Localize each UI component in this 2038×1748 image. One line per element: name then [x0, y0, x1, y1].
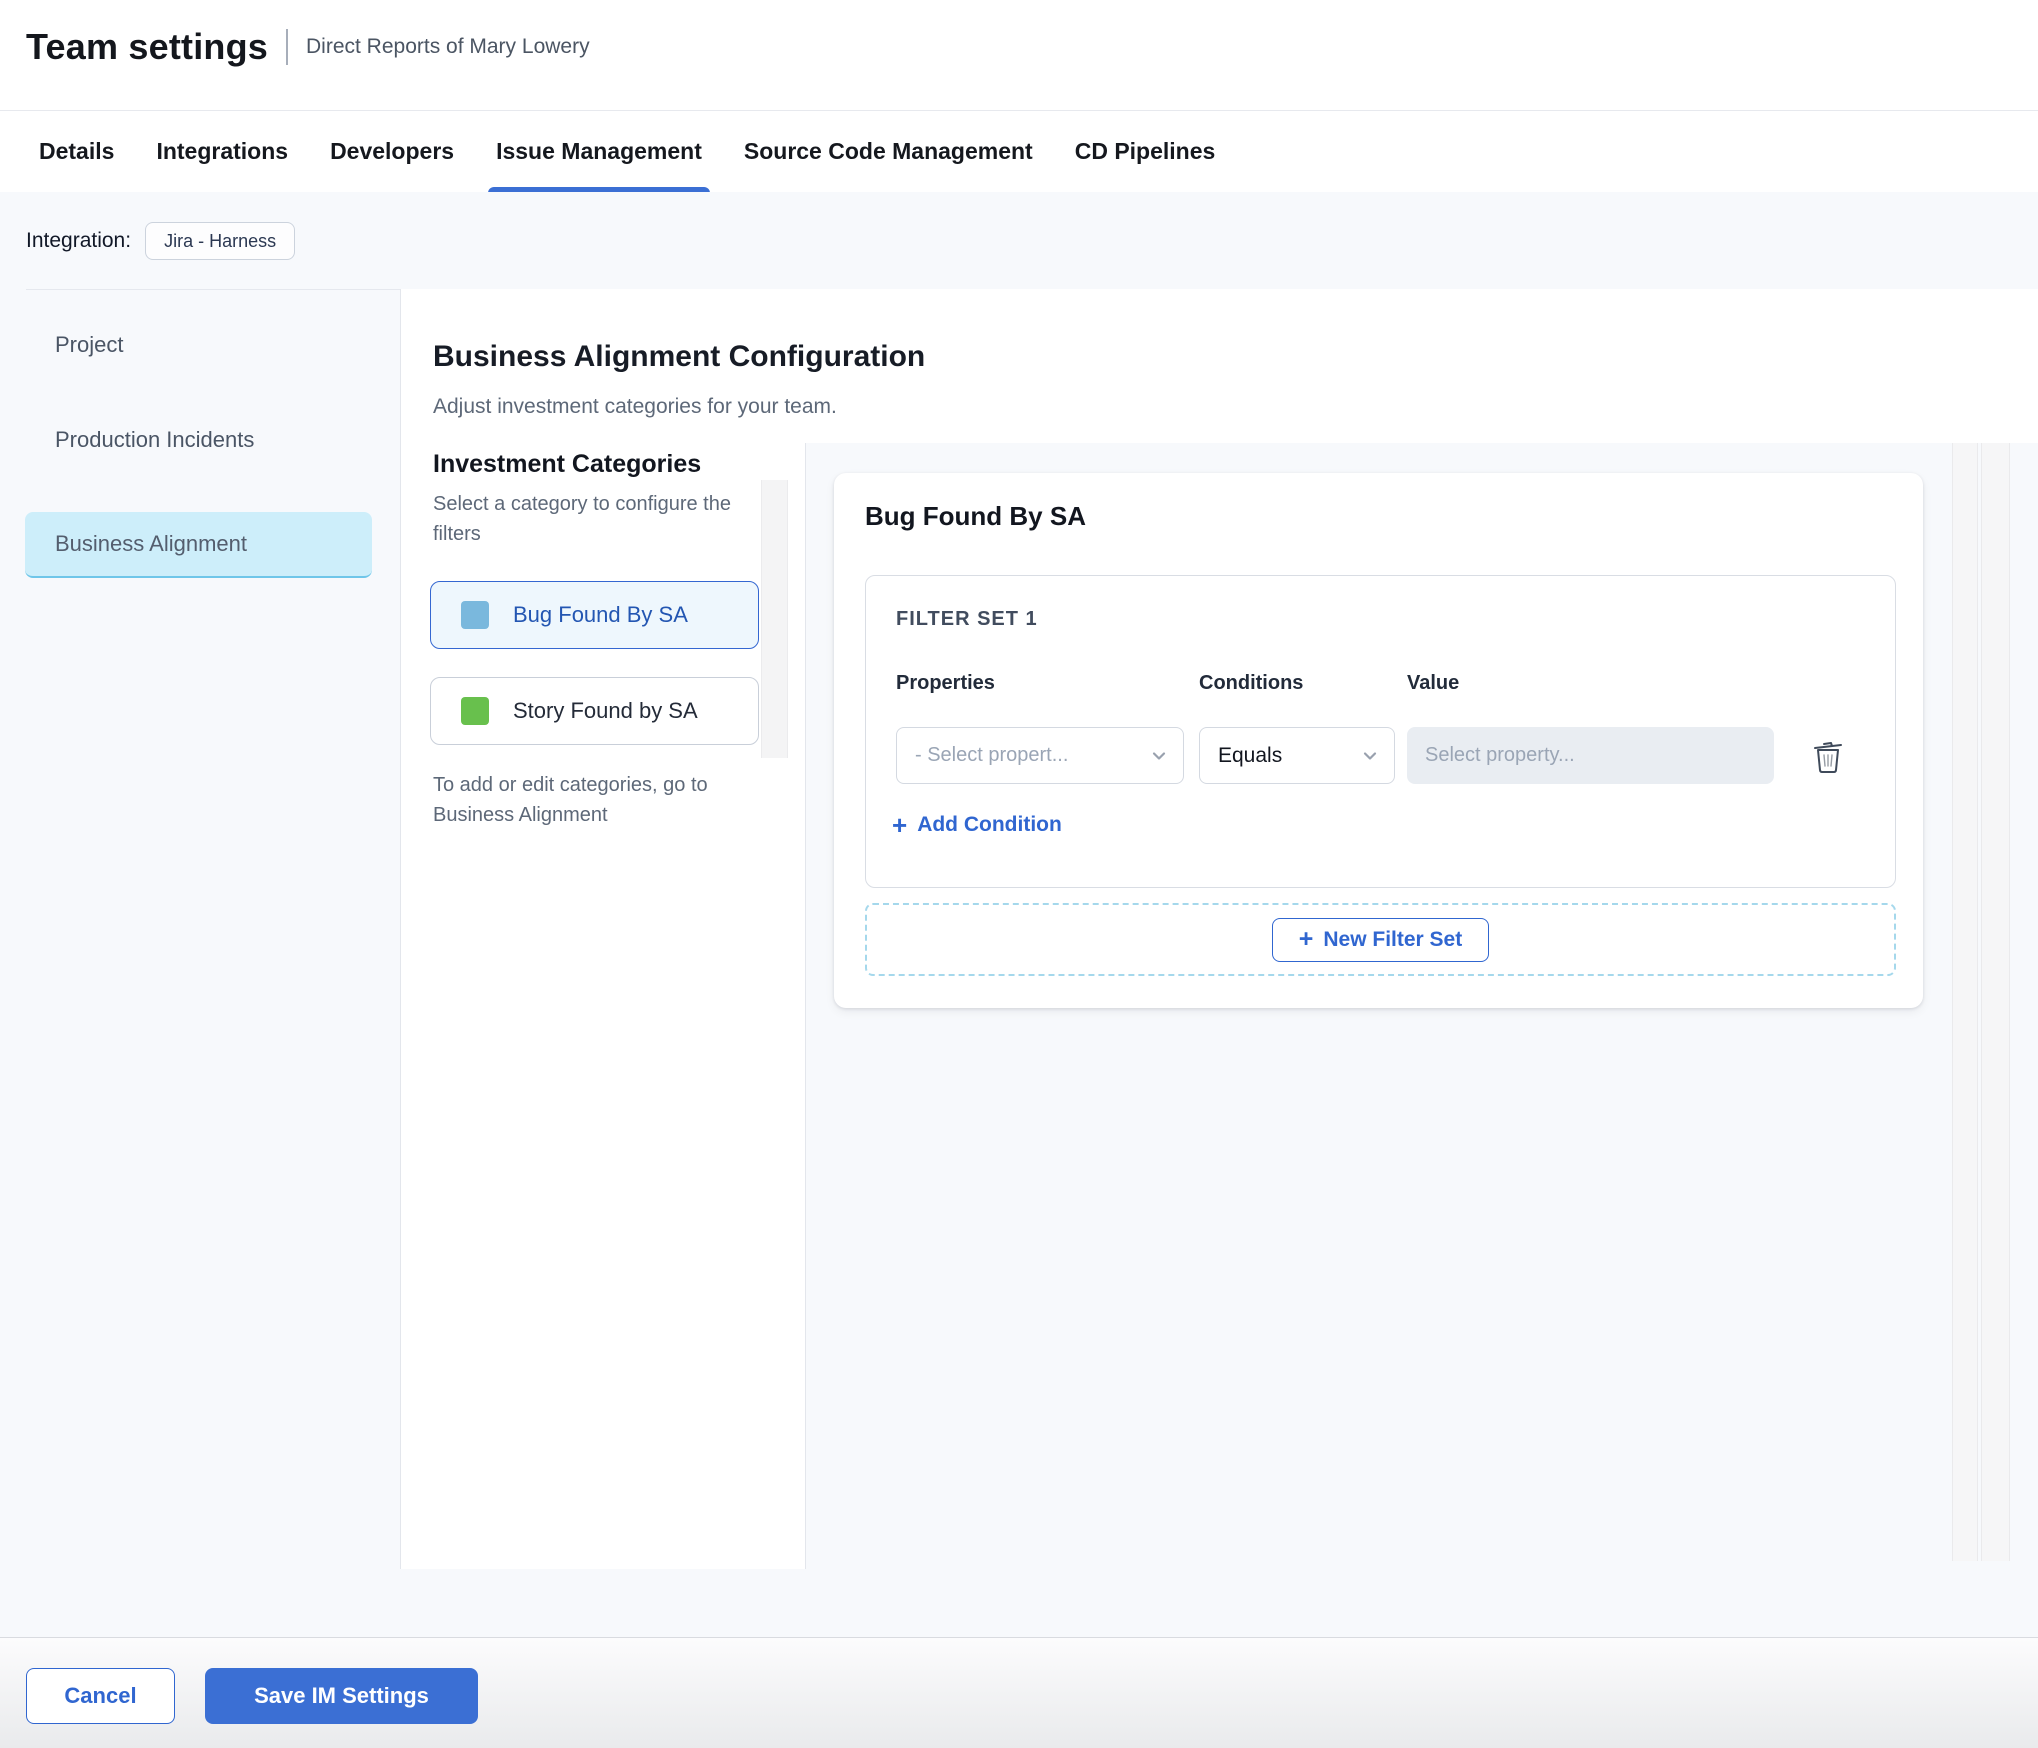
filter-card-title: Bug Found By SA — [865, 501, 1086, 531]
page-scrollbar-track[interactable] — [1981, 443, 2010, 1561]
new-filter-set-dropzone: + New Filter Set — [865, 903, 1896, 976]
column-header-conditions: Conditions — [1199, 672, 1304, 694]
chevron-down-icon — [1152, 751, 1166, 760]
categories-title: Investment Categories — [433, 450, 702, 478]
content-area: Integration: Jira - Harness Project Prod… — [0, 192, 2038, 1637]
page-subtitle: Direct Reports of Mary Lowery — [306, 35, 590, 58]
cancel-button[interactable]: Cancel — [26, 1668, 175, 1724]
sidebar-item-project[interactable]: Project — [55, 332, 123, 358]
tab-integrations[interactable]: Integrations — [156, 111, 288, 193]
save-im-settings-button[interactable]: Save IM Settings — [205, 1668, 478, 1724]
categories-divider — [805, 443, 806, 1569]
tab-bar: Details Integrations Developers Issue Ma… — [0, 110, 2038, 193]
tab-cd-pipelines[interactable]: CD Pipelines — [1075, 111, 1216, 193]
new-filter-set-label: New Filter Set — [1323, 927, 1463, 951]
trash-icon — [1814, 742, 1842, 773]
filter-set-box: FILTER SET 1 Properties Conditions Value… — [865, 575, 1896, 888]
tab-details[interactable]: Details — [39, 111, 114, 193]
filter-set-title: FILTER SET 1 — [896, 608, 1038, 630]
properties-select-placeholder: - Select propert... — [915, 744, 1069, 766]
categories-subtitle: Select a category to configure the filte… — [433, 493, 731, 545]
filter-config-card: Bug Found By SA FILTER SET 1 Properties … — [834, 473, 1923, 1008]
sidebar-item-business-alignment[interactable]: Business Alignment — [25, 512, 372, 578]
chevron-down-icon — [1363, 751, 1377, 760]
header: Team settings Direct Reports of Mary Low… — [0, 0, 2038, 110]
categories-note: To add or edit categories, go to Busines… — [433, 774, 708, 826]
conditions-select[interactable]: Equals — [1199, 727, 1395, 784]
team-settings-screen: Team settings Direct Reports of Mary Low… — [0, 0, 2038, 1748]
column-header-properties: Properties — [896, 672, 995, 694]
category-color-swatch-green — [461, 697, 489, 725]
panel-scrollbar-track[interactable] — [1952, 443, 1978, 1561]
integration-chip[interactable]: Jira - Harness — [145, 222, 296, 260]
page-title: Team settings — [26, 26, 268, 67]
sidebar-divider — [400, 289, 401, 1569]
section-subtitle: Adjust investment categories for your te… — [433, 395, 837, 418]
integration-label: Integration: — [26, 229, 132, 252]
plus-icon: + — [892, 810, 908, 840]
tab-issue-management-label: Issue Management — [496, 138, 702, 164]
section-title: Business Alignment Configuration — [433, 340, 926, 373]
properties-select[interactable]: - Select propert... — [896, 727, 1184, 784]
sidebar-item-production-incidents[interactable]: Production Incidents — [55, 427, 254, 453]
delete-condition-button[interactable] — [1808, 734, 1848, 778]
title-row: Team settings Direct Reports of Mary Low… — [26, 26, 590, 68]
categories-column-background — [400, 289, 805, 1569]
conditions-select-value: Equals — [1218, 743, 1283, 767]
column-header-value: Value — [1407, 672, 1460, 694]
add-condition-label: Add Condition — [917, 813, 1062, 836]
title-separator — [286, 29, 288, 65]
value-input[interactable] — [1407, 727, 1774, 784]
footer: Cancel Save IM Settings — [0, 1637, 2038, 1748]
category-bug-found-by-sa[interactable]: Bug Found By SA — [430, 581, 759, 649]
category-bug-found-by-sa-label: Bug Found By SA — [513, 602, 688, 627]
sidebar-item-business-alignment-label: Business Alignment — [55, 531, 247, 556]
category-story-found-by-sa[interactable]: Story Found by SA — [430, 677, 759, 745]
category-story-found-by-sa-label: Story Found by SA — [513, 698, 698, 723]
integration-row: Integration: Jira - Harness — [26, 222, 296, 260]
new-filter-set-button[interactable]: + New Filter Set — [1271, 917, 1490, 962]
category-color-swatch-blue — [461, 601, 489, 629]
add-condition-button[interactable]: + Add Condition — [892, 812, 1062, 838]
tab-source-code-management[interactable]: Source Code Management — [744, 111, 1033, 193]
plus-icon: + — [1298, 925, 1314, 953]
tab-developers[interactable]: Developers — [330, 111, 454, 193]
tab-issue-management[interactable]: Issue Management — [488, 111, 710, 193]
